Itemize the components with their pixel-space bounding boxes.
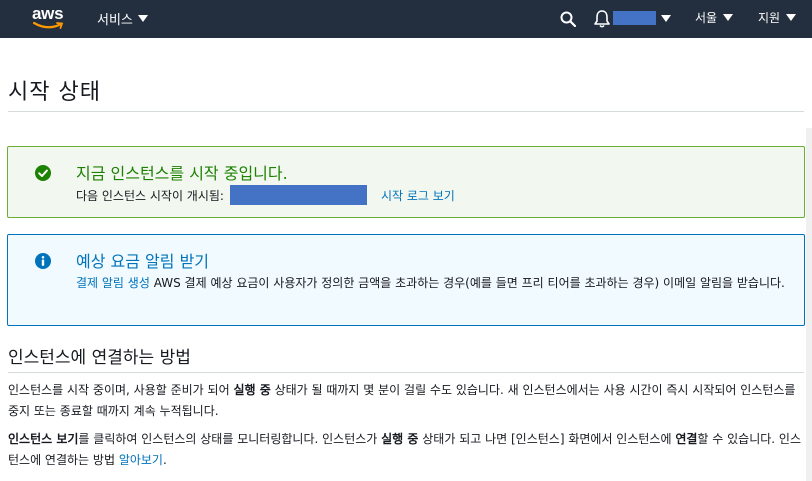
instance-id-redacted[interactable] (229, 185, 367, 205)
support-menu[interactable]: 지원 (758, 9, 797, 26)
launch-prefix: 다음 인스턴스 시작이 개시됨: (76, 188, 224, 203)
p2-text-2: 상태가 되고 나면 [인스턴스] 화면에서 인스턴스에 (418, 432, 676, 446)
account-name-redacted (613, 11, 656, 25)
launch-info-line: 다음 인스턴스 시작이 개시됨: 시작 로그 보기 (76, 185, 455, 205)
support-label: 지원 (758, 11, 781, 25)
region-menu[interactable]: 서울 (695, 9, 734, 26)
billing-alert-text: AWS 결제 예상 요금이 사용자가 정의한 금액을 초과하는 경우(예를 들면… (153, 276, 785, 290)
p2-running-bold: 실행 중 (381, 432, 419, 446)
support-chevron-down-icon (786, 14, 797, 21)
services-chevron-down-icon (137, 15, 148, 22)
connect-instructions-paragraph: 인스턴스 보기를 클릭하여 인스턴스의 상태를 모니터링합니다. 인스턴스가 실… (8, 429, 804, 471)
services-label: 서비스 (97, 13, 133, 28)
section-divider (8, 372, 804, 373)
launch-success-alert: 지금 인스턴스를 시작 중입니다. 다음 인스턴스 시작이 개시됨: 시작 로그… (7, 146, 805, 218)
aws-smile-icon (33, 21, 64, 29)
check-circle-icon (35, 165, 51, 181)
billing-alert-body: 결제 알림 생성 AWS 결제 예상 요금이 사용자가 정의한 금액을 초과하는… (76, 273, 788, 294)
aws-logo[interactable]: aws (32, 4, 66, 32)
success-heading: 지금 인스턴스를 시작 중입니다. (76, 164, 288, 183)
create-billing-alert-link[interactable]: 결제 알림 생성 (76, 276, 150, 290)
page-title: 시작 상태 (8, 80, 101, 105)
account-chevron-down-icon (661, 14, 671, 22)
info-circle-icon (35, 253, 51, 269)
billing-alert-info: 예상 요금 알림 받기 결제 알림 생성 AWS 결제 예상 요금이 사용자가 … (7, 234, 805, 326)
top-nav-bar: aws 서비스 서울 지원 (0, 0, 812, 38)
scrollbar[interactable] (806, 128, 812, 481)
p1-running-bold: 실행 중 (233, 383, 271, 397)
p2-text-1: 를 클릭하여 인스턴스의 상태를 모니터링합니다. 인스턴스가 (78, 432, 382, 446)
region-chevron-down-icon (723, 14, 734, 21)
p1-text-before: 인스턴스를 시작 중이며, 사용할 준비가 되어 (8, 383, 234, 397)
learn-more-link[interactable]: 알아보기 (119, 453, 163, 467)
p2-connect-bold: 연결 (675, 432, 698, 446)
search-icon[interactable] (560, 11, 576, 27)
launch-status-paragraph: 인스턴스를 시작 중이며, 사용할 준비가 되어 실행 중 상태가 될 때까지 … (8, 380, 804, 422)
services-menu[interactable]: 서비스 (97, 9, 148, 28)
account-menu[interactable] (613, 11, 671, 25)
region-label: 서울 (695, 11, 718, 25)
p2-end: . (162, 453, 167, 467)
connect-section-title: 인스턴스에 연결하는 방법 (8, 348, 191, 368)
title-divider (8, 111, 804, 112)
notification-bell-icon[interactable] (593, 9, 611, 29)
view-launch-log-link[interactable]: 시작 로그 보기 (381, 187, 455, 204)
p2-view-instances-bold: 인스턴스 보기 (8, 432, 79, 446)
billing-alert-heading: 예상 요금 알림 받기 (76, 252, 210, 271)
